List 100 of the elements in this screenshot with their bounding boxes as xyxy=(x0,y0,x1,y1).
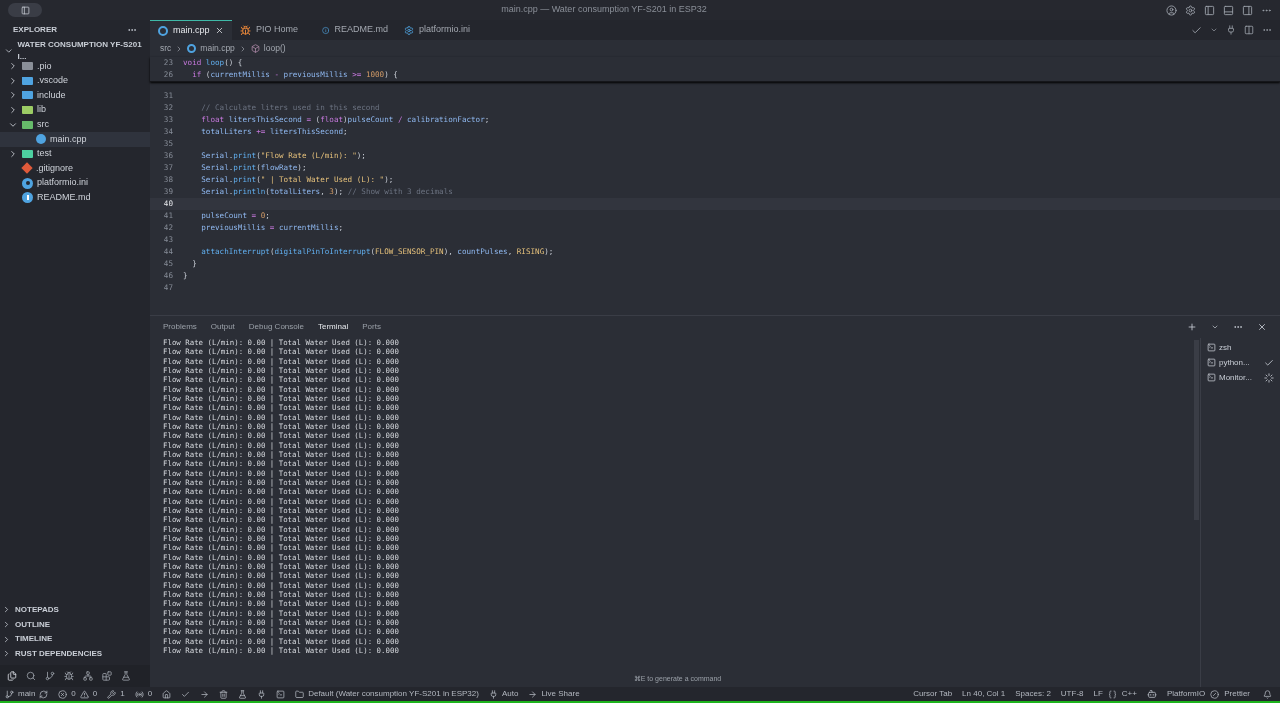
status-item[interactable]: Ln 40, Col 1 xyxy=(957,688,1011,700)
plug-icon xyxy=(488,689,498,699)
chevron-right-icon xyxy=(8,61,18,72)
editor-tab[interactable]: README.md xyxy=(314,20,396,40)
search-icon[interactable] xyxy=(26,671,36,681)
add-terminal-icon[interactable] xyxy=(1187,322,1197,332)
sidebar-icon xyxy=(20,5,30,15)
file-tree-item[interactable]: README.md xyxy=(0,190,150,205)
status-item[interactable]: Prettier xyxy=(1219,688,1255,700)
cpp-file-icon xyxy=(187,44,197,53)
panel-tab[interactable]: Ports xyxy=(362,321,381,333)
panel-bottom-icon[interactable] xyxy=(1223,4,1234,16)
file-tree-item[interactable]: .vscode xyxy=(0,73,150,89)
status-item[interactable]: C++ xyxy=(1116,688,1142,700)
file-tree-item[interactable]: .pio xyxy=(0,59,150,74)
folder-icon xyxy=(295,689,305,699)
status-item[interactable]: UTF-8 xyxy=(1055,688,1089,700)
panel-left-icon[interactable] xyxy=(1204,4,1215,16)
problems-indicator[interactable]: 0 0 xyxy=(53,687,103,701)
trash-icon[interactable] xyxy=(219,689,229,699)
live-share-button[interactable]: Live Share xyxy=(523,687,585,701)
error-icon xyxy=(58,689,68,699)
plug-icon[interactable] xyxy=(1226,25,1236,35)
file-tree-item[interactable]: src xyxy=(0,117,150,132)
status-item[interactable]: Cursor Tab xyxy=(908,688,958,700)
broadcast-icon xyxy=(134,689,144,699)
spinner-icon xyxy=(1264,372,1274,383)
wrench-icon xyxy=(107,689,117,699)
share-icon xyxy=(528,689,538,699)
section-header[interactable]: TIMELINE xyxy=(0,631,150,647)
editor-tab[interactable]: PIO Home xyxy=(232,20,314,40)
chevron-right-icon xyxy=(8,75,18,86)
chevron-down-icon[interactable] xyxy=(1210,26,1218,34)
ports-indicator[interactable]: 0 xyxy=(129,687,158,701)
terminal-icon[interactable] xyxy=(276,689,286,699)
cpp-file-icon xyxy=(158,25,168,36)
status-item[interactable]: PlatformIO xyxy=(1161,688,1211,700)
menu-toggle-button[interactable] xyxy=(8,3,42,17)
breadcrumb-item[interactable]: loop() xyxy=(263,42,286,55)
terminal-list-item[interactable]: zsh xyxy=(1201,340,1280,355)
branch-icon xyxy=(5,689,14,699)
file-tree-item[interactable]: test xyxy=(0,146,150,162)
chevron-right-icon xyxy=(8,105,18,116)
status-item[interactable]: LF xyxy=(1088,688,1108,700)
check-icon xyxy=(1264,357,1274,368)
breadcrumb-item[interactable]: src xyxy=(160,42,172,55)
environment-selector[interactable]: Default (Water consumption YF-S201 in ESP32) xyxy=(290,687,484,701)
terminal-icon xyxy=(1207,343,1216,352)
editor-tab[interactable]: platformio.ini xyxy=(396,20,478,40)
file-tree-item[interactable]: main.cpp xyxy=(0,131,150,147)
section-header[interactable]: OUTLINE xyxy=(0,617,150,632)
check-icon[interactable] xyxy=(1191,24,1202,36)
sync-icon[interactable] xyxy=(39,689,49,699)
file-tree-item[interactable]: include xyxy=(0,88,150,103)
braces-icon xyxy=(1107,689,1117,699)
files-icon[interactable] xyxy=(7,671,17,681)
file-tree-item[interactable]: lib xyxy=(0,102,150,118)
project-header[interactable]: WATER CONSUMPTION YF-S201 I... xyxy=(0,42,150,59)
breadcrumb-item[interactable]: main.cpp xyxy=(200,42,235,55)
close-icon[interactable] xyxy=(1257,322,1267,332)
flask-icon[interactable] xyxy=(238,689,248,699)
section-header[interactable]: NOTEPADS xyxy=(0,602,150,618)
file-tree-item[interactable]: platformio.ini xyxy=(0,175,150,191)
terminal-icon xyxy=(1207,358,1216,367)
plug-icon[interactable] xyxy=(257,689,267,699)
window-title: main.cpp — Water consumption YF-S201 in ESP32 xyxy=(501,3,707,17)
branch-icon[interactable] xyxy=(45,671,55,681)
extensions-icon[interactable] xyxy=(102,671,112,681)
chevron-down-icon[interactable] xyxy=(1211,323,1219,331)
terminal-list-item[interactable]: Monitor... xyxy=(1201,370,1280,385)
file-tree-item[interactable]: .gitignore xyxy=(0,161,150,176)
chevron-right-icon xyxy=(8,148,18,159)
status-item[interactable]: Spaces: 2 xyxy=(1010,688,1056,700)
terminal-icon xyxy=(1207,373,1216,382)
account-icon[interactable] xyxy=(1166,4,1177,16)
sidebar-title: EXPLORER xyxy=(13,24,57,36)
chevron-right-icon xyxy=(8,90,18,101)
bell-icon[interactable] xyxy=(1263,689,1272,699)
info-icon xyxy=(322,24,330,36)
close-icon[interactable] xyxy=(215,26,224,35)
panel-tab[interactable]: Debug Console xyxy=(248,321,304,333)
home-icon[interactable] xyxy=(162,689,172,699)
panel-tab[interactable]: Problems xyxy=(163,321,197,333)
editor-tab[interactable]: main.cpp xyxy=(150,20,232,40)
tools-indicator[interactable]: 1 xyxy=(102,687,130,701)
flask-icon[interactable] xyxy=(121,671,131,681)
split-editor-icon[interactable] xyxy=(1244,25,1254,35)
branch-name[interactable]: main xyxy=(18,688,36,700)
warning-icon xyxy=(79,689,89,699)
settings-icon[interactable] xyxy=(1185,4,1196,16)
bug-icon[interactable] xyxy=(64,671,74,681)
arrow-right-icon[interactable] xyxy=(200,689,210,699)
cube-icon xyxy=(250,44,260,53)
terminal-list-item[interactable]: python... xyxy=(1201,355,1280,370)
section-header[interactable]: RUST DEPENDENCIES xyxy=(0,646,150,661)
panel-right-icon[interactable] xyxy=(1242,4,1253,16)
port-selector[interactable]: Auto xyxy=(483,687,524,701)
check-icon[interactable] xyxy=(181,689,191,699)
panel-tab[interactable]: Output xyxy=(210,321,235,333)
panel-tab[interactable]: Terminal xyxy=(317,321,349,333)
